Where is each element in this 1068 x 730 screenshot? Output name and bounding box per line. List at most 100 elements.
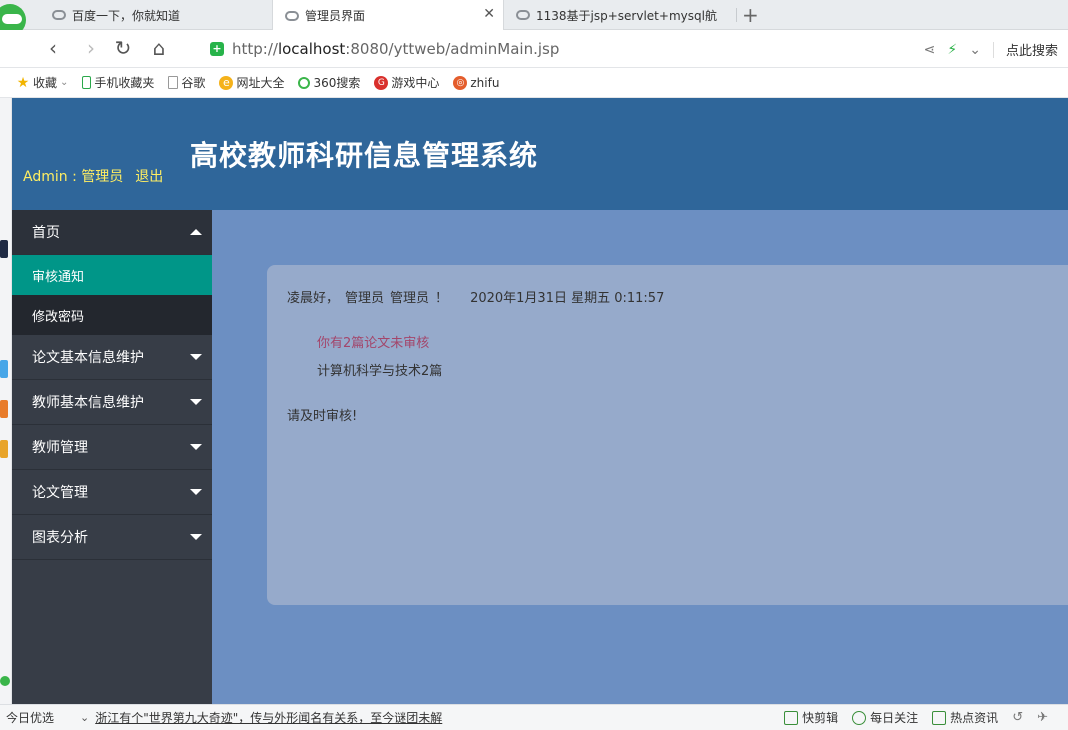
logout-link[interactable]: 退出: [135, 166, 163, 186]
tab-label: 百度一下，你就知道: [72, 8, 181, 23]
status-item-label: 热点资讯: [950, 711, 999, 725]
tab-favicon-icon: [516, 10, 530, 20]
secure-shield-icon: +: [210, 42, 224, 56]
tab-favicon-icon: [52, 10, 66, 20]
sidebar-item-label: 图表分析: [32, 530, 88, 546]
user-info: Admin : 管理员 退出: [23, 166, 163, 186]
side-app-icon[interactable]: [0, 676, 10, 686]
share-icon[interactable]: ⋖: [924, 42, 936, 58]
status-item-label: 每日关注: [870, 711, 919, 725]
bookmark-google[interactable]: 谷歌: [168, 74, 205, 91]
search-icon: [298, 76, 311, 89]
bookmark-label: 360搜索: [313, 76, 361, 90]
notice-card: 凌晨好， 管理员 管理员 ！ 2020年1月31日 星期五 0:11:57 你有…: [267, 265, 1068, 605]
forward-icon[interactable]: ›: [80, 38, 102, 60]
bookmark-label: zhifu: [470, 75, 500, 90]
sidebar-item-label: 论文管理: [32, 485, 88, 501]
department-count: 计算机科学与技术2篇: [317, 364, 443, 379]
globe-icon: e: [219, 75, 234, 90]
sidebar-item-audit-notice[interactable]: 审核通知: [12, 255, 212, 295]
quick-clip-button[interactable]: 快剪辑: [784, 709, 838, 726]
sidebar-item-label: 教师管理: [32, 440, 88, 456]
address-bar: ‹ › ↻ ⌂ + http://localhost:8080/yttweb/a…: [0, 30, 1068, 68]
main-content: 凌晨好， 管理员 管理员 ！ 2020年1月31日 星期五 0:11:57 你有…: [212, 210, 1068, 704]
user-role: 管理员: [345, 291, 385, 306]
sidebar-item-label: 教师基本信息维护: [32, 395, 144, 411]
search-button[interactable]: 点此搜索: [1006, 40, 1058, 59]
tab-favicon-icon: [285, 10, 299, 21]
caret-down-icon: [190, 489, 202, 495]
new-tab-icon[interactable]: +: [742, 3, 759, 27]
news-icon: [932, 710, 947, 725]
browser-tab-bar: 百度一下，你就知道 管理员界面 ✕ 1138基于jsp+servlet+mysq…: [0, 0, 1068, 36]
bookmark-mobile[interactable]: 手机收藏夹: [82, 74, 154, 91]
tab-baidu[interactable]: 百度一下，你就知道: [40, 0, 272, 30]
video-icon: [784, 710, 799, 725]
greeting-exclaim: ！: [435, 291, 449, 306]
play-icon: [852, 710, 867, 725]
sidebar-item-paper-info[interactable]: 论文基本信息维护: [12, 335, 212, 380]
bookmark-sites[interactable]: e 网址大全: [219, 74, 284, 91]
caret-down-icon: [190, 534, 202, 540]
sidebar-item-home[interactable]: 首页: [12, 210, 212, 255]
status-item-label: 快剪辑: [802, 711, 839, 725]
side-app-icon[interactable]: [0, 400, 8, 418]
bookmark-360[interactable]: 360搜索: [298, 74, 360, 91]
pin-icon[interactable]: ✈: [1037, 710, 1048, 725]
site-icon: ◎: [453, 75, 468, 90]
sidebar-item-paper-manage[interactable]: 论文管理: [12, 470, 212, 515]
app-header: 高校教师科研信息管理系统 Admin : 管理员 退出: [12, 98, 1068, 210]
sidebar-item-teacher-info[interactable]: 教师基本信息维护: [12, 380, 212, 425]
caret-up-icon: [190, 229, 202, 235]
bookmark-favorites[interactable]: ★ 收藏 ⌄: [16, 74, 69, 91]
user-name: Admin : 管理员: [23, 169, 124, 185]
caret-down-icon: [190, 444, 202, 450]
side-app-icon[interactable]: [0, 360, 8, 378]
bookmark-label: 游戏中心: [391, 76, 440, 90]
close-icon[interactable]: ✕: [483, 6, 495, 22]
caret-down-icon: [190, 354, 202, 360]
review-reminder: 请及时审核!: [287, 409, 358, 424]
browser-side-strip: [0, 98, 12, 704]
divider: [992, 41, 994, 58]
bookmark-label: 手机收藏夹: [94, 76, 155, 90]
daily-follow-button[interactable]: 每日关注: [852, 709, 918, 726]
sidebar-item-change-password[interactable]: 修改密码: [12, 295, 212, 335]
bookmark-zhifu[interactable]: ◎ zhifu: [453, 75, 500, 90]
bookmark-label: 谷歌: [181, 76, 206, 90]
side-app-icon[interactable]: [0, 440, 8, 458]
url-field[interactable]: + http://localhost:8080/yttweb/adminMain…: [200, 36, 970, 62]
sidebar-item-label: 论文基本信息维护: [32, 350, 144, 366]
sidebar: 首页 审核通知 修改密码 论文基本信息维护 教师基本信息维护 教师管理 论文管理…: [12, 210, 212, 704]
daily-picks[interactable]: 今日优选: [0, 709, 80, 726]
hot-news-button[interactable]: 热点资讯: [932, 709, 998, 726]
tab-label: 管理员界面: [305, 9, 366, 23]
game-icon: G: [374, 75, 389, 90]
refresh-icon[interactable]: ↺: [1012, 710, 1023, 725]
tab-label: 1138基于jsp+servlet+mysql航: [536, 8, 717, 23]
tab-project[interactable]: 1138基于jsp+servlet+mysql航: [504, 0, 736, 30]
user-name: 管理员: [390, 291, 430, 306]
bookmarks-bar: ★ 收藏 ⌄ 手机收藏夹 谷歌 e 网址大全 360搜索 G 游戏中心 ◎ zh…: [0, 68, 1068, 98]
news-ticker[interactable]: ⌄ 浙江有个"世界第九大奇迹"，传与外形闻名有关系，至今谜团未解: [80, 709, 442, 726]
bookmark-games[interactable]: G 游戏中心: [374, 74, 439, 91]
chevron-down-icon[interactable]: ⌄: [969, 42, 981, 58]
pending-papers-link[interactable]: 你有2篇论文未审核: [317, 332, 429, 351]
sidebar-item-chart-analysis[interactable]: 图表分析: [12, 515, 212, 560]
reload-icon[interactable]: ↻: [112, 38, 134, 60]
bolt-icon[interactable]: ⚡: [947, 42, 957, 58]
sidebar-item-label: 首页: [32, 225, 60, 241]
url-text: http://localhost:8080/yttweb/adminMain.j…: [232, 40, 560, 58]
home-icon[interactable]: ⌂: [148, 38, 170, 60]
back-icon[interactable]: ‹: [42, 38, 64, 60]
page-icon: [168, 76, 179, 89]
chevron-down-icon: ⌄: [60, 77, 69, 88]
star-icon: ★: [16, 74, 30, 91]
address-bar-tools: ⋖ ⚡ ⌄ 点此搜索: [924, 40, 1058, 59]
side-app-icon[interactable]: [0, 240, 8, 258]
tab-admin[interactable]: 管理员界面 ✕: [272, 0, 504, 31]
tab-divider: [736, 8, 737, 22]
sidebar-item-teacher-manage[interactable]: 教师管理: [12, 425, 212, 470]
greeting-line: 凌晨好， 管理员 管理员 ！ 2020年1月31日 星期五 0:11:57: [287, 287, 664, 306]
bookmark-label: 网址大全: [236, 76, 285, 90]
